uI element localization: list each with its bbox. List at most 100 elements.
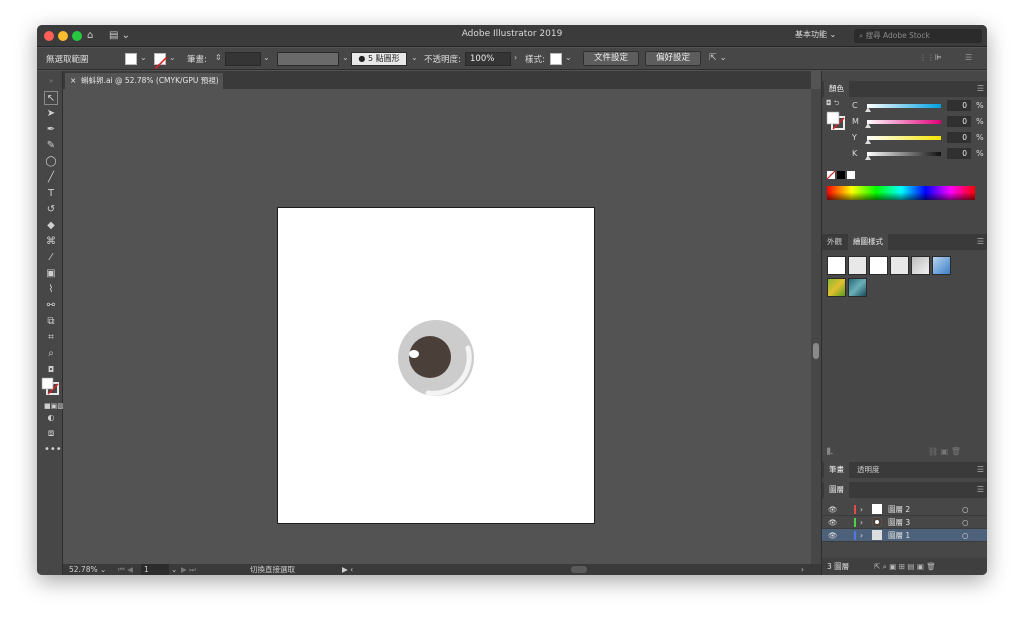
scroll-thumb[interactable] <box>813 343 819 359</box>
panel-menu-icon[interactable]: ☰ <box>977 465 984 474</box>
selection-tool-icon[interactable]: ↖ <box>44 91 58 105</box>
stroke-swatch[interactable] <box>154 53 168 70</box>
eyedropper-tool-icon[interactable]: ⌇ <box>44 283 58 297</box>
chevron-down-icon[interactable]: ⌄ <box>263 53 270 62</box>
type-tool-icon[interactable]: T <box>44 187 58 201</box>
yellow-input[interactable]: 0 <box>947 132 971 143</box>
graphic-style-6[interactable] <box>932 256 951 275</box>
collapse-icon[interactable]: » <box>44 74 58 88</box>
menu-icon[interactable]: ☰ <box>965 53 972 62</box>
transform-icon[interactable]: ⊫ <box>935 53 942 62</box>
fill-swatch[interactable] <box>125 53 137 65</box>
document-setup-button[interactable]: 文件設定 <box>583 51 639 66</box>
eye-artwork[interactable] <box>278 208 596 525</box>
black-input[interactable]: 0 <box>947 148 971 159</box>
tab-color[interactable]: 顏色 <box>824 81 849 97</box>
draw-mode-icon[interactable]: ◐ <box>44 411 58 425</box>
chevron-down-icon[interactable]: ⌄ <box>411 53 418 62</box>
stroke-weight-input[interactable] <box>225 52 261 66</box>
chevron-down-icon[interactable]: ⌄ <box>565 53 572 62</box>
layer-row[interactable]: 👁 › 圖層 3 ○ <box>822 516 987 529</box>
black-slider[interactable] <box>867 152 941 156</box>
zoom-tool-icon[interactable]: ⌕ <box>44 347 58 361</box>
layer-row[interactable]: 👁 › 圖層 2 ○ <box>822 503 987 516</box>
magenta-input[interactable]: 0 <box>947 116 971 127</box>
cyan-slider[interactable] <box>867 104 941 108</box>
graphic-style-2[interactable] <box>848 256 867 275</box>
artboard-next-icon[interactable]: ▶ ⏭ <box>181 564 196 575</box>
stock-search-input[interactable]: ⌕ 搜尋 Adobe Stock <box>854 29 982 43</box>
graphic-style-7[interactable] <box>827 278 846 297</box>
tab-appearance[interactable]: 外觀 <box>822 234 847 250</box>
yellow-slider[interactable] <box>867 136 941 140</box>
blend-tool-icon[interactable]: ⚯ <box>44 299 58 313</box>
eye-icon[interactable]: 👁 <box>828 503 838 516</box>
width-tool-icon[interactable]: ⌘ <box>44 235 58 249</box>
style-swatch[interactable] <box>550 53 562 65</box>
direct-selection-tool-icon[interactable]: ➤ <box>44 107 58 121</box>
horizontal-scroll-thumb[interactable] <box>571 566 587 573</box>
status-menu-icon[interactable]: ▶ ‹ <box>342 564 353 575</box>
gradient-tool-icon[interactable]: ▣ <box>44 267 58 281</box>
screen-mode-icon[interactable]: ⧈ <box>44 427 58 441</box>
variable-width-profile[interactable] <box>277 52 339 66</box>
panel-menu-icon[interactable]: ☰ <box>977 485 984 494</box>
style-libraries-icon[interactable]: ⫼. <box>827 447 833 457</box>
chevron-right-icon[interactable]: › <box>860 529 863 542</box>
tab-transparency[interactable]: 透明度 <box>852 462 885 478</box>
target-icon[interactable]: ○ <box>962 503 969 516</box>
ellipse-tool-icon[interactable]: ◯ <box>44 155 58 169</box>
scroll-right-icon[interactable]: › <box>801 564 804 575</box>
layer-name[interactable]: 圖層 2 <box>888 503 910 516</box>
color-spectrum[interactable] <box>827 186 975 200</box>
swap-fill-stroke-icon[interactable]: ◘ ⮌ <box>44 363 58 388</box>
layer-name[interactable]: 圖層 3 <box>888 516 910 529</box>
pen-tool-icon[interactable]: ✒ <box>44 123 58 137</box>
magenta-slider[interactable] <box>867 120 941 124</box>
eraser-tool-icon[interactable]: ◆ <box>44 219 58 233</box>
target-icon[interactable]: ○ <box>962 516 969 529</box>
align-icon[interactable]: ⋮⋮ <box>919 53 935 62</box>
slider-thumb[interactable] <box>865 107 871 112</box>
eye-icon[interactable]: 👁 <box>828 516 838 529</box>
artboard-tool-icon[interactable]: ⌗ <box>44 331 58 345</box>
slider-thumb[interactable] <box>865 123 871 128</box>
artboard-prev-icon[interactable]: ⏮ ◀ <box>118 564 133 575</box>
vertical-scrollbar[interactable] <box>811 89 821 564</box>
chevron-right-icon[interactable]: › <box>860 516 863 529</box>
close-tab-icon[interactable]: × <box>70 76 76 85</box>
graphic-style-5[interactable] <box>911 256 930 275</box>
chevron-down-icon[interactable]: ⌄ <box>140 53 147 62</box>
graphic-style-3[interactable] <box>869 256 888 275</box>
cyan-input[interactable]: 0 <box>947 100 971 111</box>
preferences-button[interactable]: 偏好設定 <box>645 51 701 66</box>
tab-layers[interactable]: 圖層 <box>824 482 849 498</box>
styles-footer-icons[interactable]: ⛓ ▣ 🗑 <box>928 447 961 456</box>
fill-stroke-icon[interactable] <box>41 377 59 395</box>
slider-thumb[interactable] <box>865 155 871 160</box>
document-tab[interactable]: × 蝌蚪卵.ai @ 52.78% (CMYK/GPU 預視) <box>65 73 223 89</box>
artboard[interactable] <box>277 207 595 524</box>
canvas[interactable] <box>63 89 811 564</box>
layers-footer-icons[interactable]: ⇱ ⌕ ▣ ⊞ ▤ ▣ 🗑 <box>874 558 936 575</box>
brush-definition[interactable]: ● 5 點圓形 <box>351 52 407 66</box>
chevron-down-icon[interactable]: ⌄ <box>169 53 176 62</box>
slider-thumb[interactable] <box>865 139 871 144</box>
default-colors-icon[interactable]: ◘ ⮌ <box>826 99 839 110</box>
workspace-switcher[interactable]: 基本功能 ⌄ <box>795 29 836 40</box>
zoom-level[interactable]: 52.78% ⌄ <box>69 564 106 575</box>
layer-row[interactable]: 👁 › 圖層 1 ○ <box>822 529 987 542</box>
paintbrush-tool-icon[interactable]: ╱ <box>44 171 58 185</box>
tab-stroke[interactable]: 筆畫 <box>824 462 849 478</box>
target-icon[interactable]: ○ <box>962 529 969 542</box>
panel-menu-icon[interactable]: ☰ <box>977 237 984 246</box>
panel-menu-icon[interactable]: ☰ <box>977 84 984 93</box>
rotate-tool-icon[interactable]: ↺ <box>44 203 58 217</box>
artboard-number-input[interactable]: 1 <box>141 564 169 575</box>
chevron-right-icon[interactable]: › <box>860 503 863 516</box>
fill-stroke-icon[interactable] <box>826 111 846 131</box>
chevron-down-icon[interactable]: ⌄ <box>171 564 177 575</box>
symbol-sprayer-tool-icon[interactable]: ⧉ <box>44 315 58 329</box>
layer-name[interactable]: 圖層 1 <box>888 529 910 542</box>
tab-graphic-styles[interactable]: 繪圖樣式 <box>848 234 888 250</box>
